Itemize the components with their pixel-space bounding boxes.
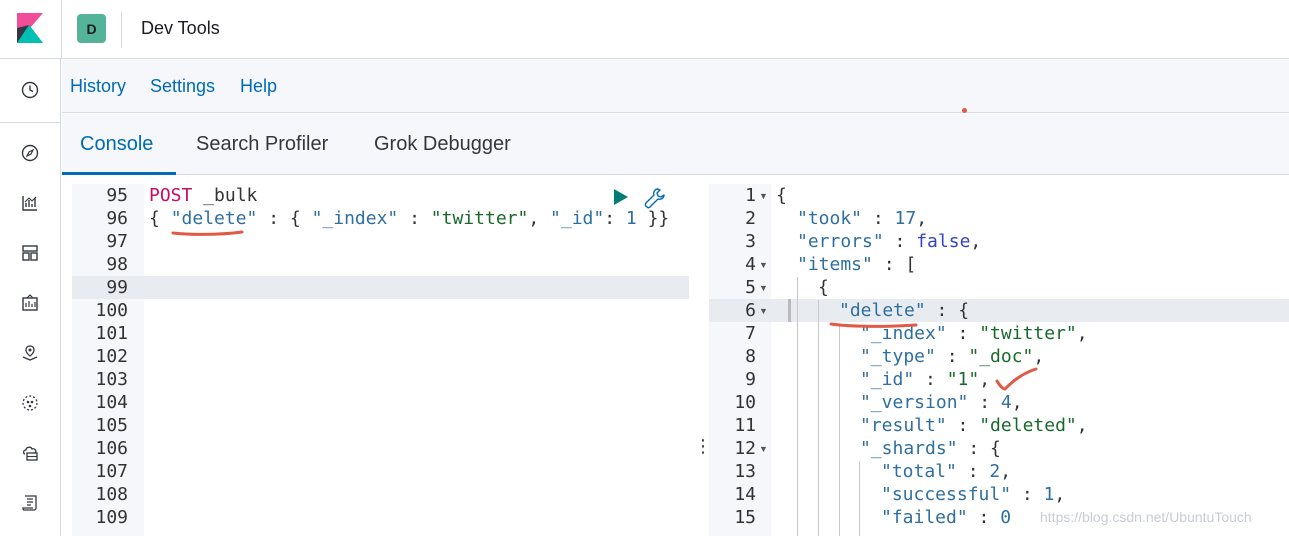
line-number: 103 xyxy=(95,369,128,390)
line-number: 99 xyxy=(106,277,128,298)
fold-toggle-icon[interactable]: ▼ xyxy=(759,191,768,201)
help-link[interactable]: Help xyxy=(240,76,277,97)
kibana-logo-icon[interactable] xyxy=(17,13,43,43)
side-nav xyxy=(0,59,61,536)
infrastructure-icon[interactable] xyxy=(18,441,42,465)
endpoint: _bulk xyxy=(203,185,258,206)
line-number: 2 xyxy=(745,208,756,229)
response-line-10: "_version" : 4, xyxy=(860,392,1023,413)
brace: { xyxy=(149,208,171,229)
line-number: 100 xyxy=(95,300,128,321)
dev-tools-top-nav: History Settings Help xyxy=(62,60,1289,113)
line-number: 101 xyxy=(95,323,128,344)
line-number: 108 xyxy=(95,484,128,505)
line-number: 98 xyxy=(106,254,128,275)
line-number: 107 xyxy=(95,461,128,482)
breadcrumb-title: Dev Tools xyxy=(141,18,220,38)
response-line-14: "successful" : 1, xyxy=(881,484,1066,505)
line-number: 7 xyxy=(745,323,756,344)
logs-icon[interactable] xyxy=(18,491,42,515)
line-number: 1 xyxy=(745,185,756,206)
tab-bar: Console Search Profiler Grok Debugger xyxy=(62,114,1289,175)
line-number: 13 xyxy=(734,461,756,482)
annotation-checkmark xyxy=(995,367,1038,391)
wrench-icon[interactable] xyxy=(644,187,666,209)
line-number: 106 xyxy=(95,438,128,459)
annotation-dot xyxy=(962,108,967,113)
line-number: 6 xyxy=(745,300,756,321)
header-divider xyxy=(61,0,62,59)
response-line-3: "errors" : false, xyxy=(797,231,982,252)
tab-grok-debugger[interactable]: Grok Debugger xyxy=(374,133,511,156)
punct: : { xyxy=(257,208,312,229)
response-line-4: "items" : [ xyxy=(797,254,917,275)
response-line-13: "total" : 2, xyxy=(881,461,1012,482)
annotation-underline xyxy=(829,322,918,328)
tab-console[interactable]: Console xyxy=(80,133,153,156)
nav-divider xyxy=(0,122,61,123)
response-line-1: { xyxy=(776,185,787,206)
response-line-5: { xyxy=(818,277,829,298)
fold-toggle-icon[interactable]: ▼ xyxy=(759,444,768,454)
punct: : xyxy=(398,208,431,229)
line-number: 104 xyxy=(95,392,128,413)
response-line-11: "result" : "deleted", xyxy=(860,415,1088,436)
line-number: 5 xyxy=(745,277,756,298)
line-number: 4 xyxy=(745,254,756,275)
maps-icon[interactable] xyxy=(18,341,42,365)
indent-guide xyxy=(859,461,860,536)
line-number: 3 xyxy=(745,231,756,252)
line-number: 105 xyxy=(95,415,128,436)
fold-marker xyxy=(788,299,791,322)
fold-toggle-icon[interactable]: ▼ xyxy=(759,260,768,270)
punct: : xyxy=(604,208,626,229)
line-number: 97 xyxy=(106,231,128,252)
visualize-icon[interactable] xyxy=(18,191,42,215)
line-number: 12 xyxy=(734,438,756,459)
active-line-highlight xyxy=(72,276,689,299)
send-request-button[interactable] xyxy=(613,188,629,206)
json-key: "_index" xyxy=(311,208,399,229)
response-line-2: "took" : 17, xyxy=(797,208,928,229)
fold-toggle-icon[interactable]: ▼ xyxy=(759,283,768,293)
fold-toggle-icon[interactable]: ▼ xyxy=(759,306,768,316)
active-line-highlight xyxy=(709,299,1289,322)
compass-icon[interactable] xyxy=(18,141,42,165)
line-number: 96 xyxy=(106,208,128,229)
line-number: 10 xyxy=(734,392,756,413)
line-number: 11 xyxy=(734,415,756,436)
brace: }} xyxy=(636,208,670,229)
response-line-9: "_id" : "1", xyxy=(860,369,991,390)
json-value: 1 xyxy=(625,208,637,229)
tab-search-profiler[interactable]: Search Profiler xyxy=(196,133,328,156)
indent-guide xyxy=(818,300,819,536)
top-header: D Dev Tools xyxy=(0,0,1289,59)
header-divider xyxy=(121,12,122,48)
dashboard-icon[interactable] xyxy=(18,241,42,265)
line-number: 102 xyxy=(95,346,128,367)
line-number: 9 xyxy=(745,369,756,390)
settings-link[interactable]: Settings xyxy=(150,76,215,97)
watermark: https://blog.csdn.net/UbuntuTouch xyxy=(1040,509,1252,525)
line-number: 14 xyxy=(734,484,756,505)
response-line-12: "_shards" : { xyxy=(860,438,1001,459)
punct: , xyxy=(528,208,551,229)
json-key: "_id" xyxy=(550,208,605,229)
indent-guide xyxy=(839,323,840,536)
history-link[interactable]: History xyxy=(70,76,126,97)
json-value: "twitter" xyxy=(430,208,529,229)
response-line-15: "failed" : 0 xyxy=(881,507,1012,528)
canvas-icon[interactable] xyxy=(18,291,42,315)
annotation-underline xyxy=(171,230,244,236)
line-number: 15 xyxy=(734,507,756,528)
line-number: 8 xyxy=(745,346,756,367)
clock-icon[interactable] xyxy=(18,78,42,102)
line-number: 109 xyxy=(95,507,128,528)
request-line-95: POST _bulk xyxy=(149,184,257,207)
line-number: 95 xyxy=(106,185,128,206)
space-avatar[interactable]: D xyxy=(77,14,106,43)
ml-icon[interactable] xyxy=(18,391,42,415)
http-method: POST xyxy=(149,185,193,206)
indent-guide xyxy=(797,277,798,536)
